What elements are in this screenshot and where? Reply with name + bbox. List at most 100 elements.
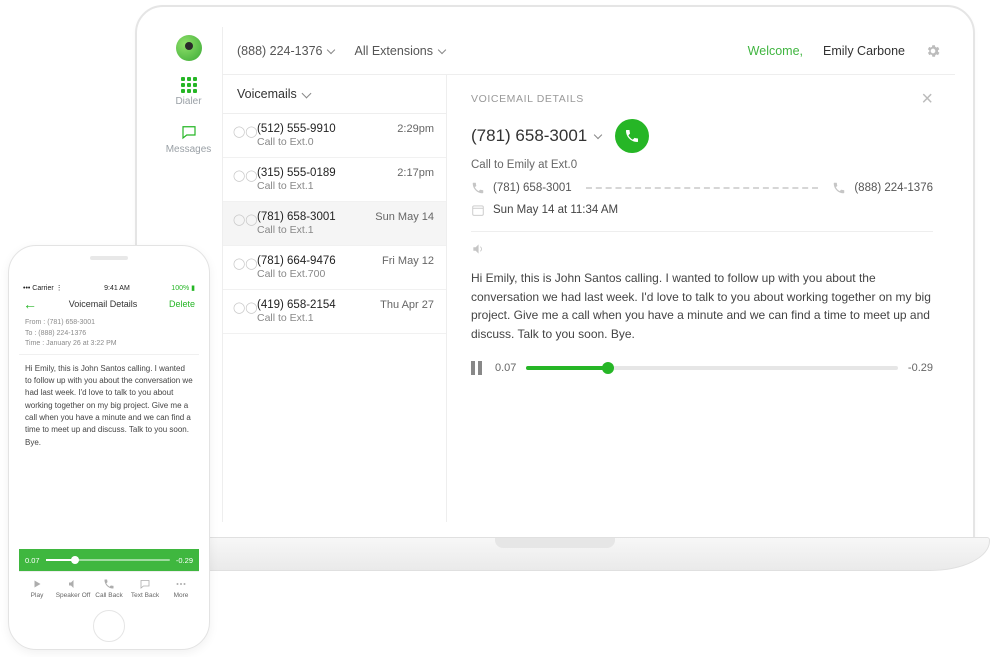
calendar-icon [471,203,485,217]
vm-subtitle: Call to Ext.1 [257,180,393,192]
chevron-down-icon [301,88,311,98]
phone-player-thumb[interactable] [71,556,79,564]
voicemail-list-title: Voicemails [237,87,297,101]
vm-number: (315) 555-0189 [257,167,393,179]
dialer-icon [181,77,197,93]
phone-transcript: Hi Emily, this is John Santos calling. I… [19,355,199,550]
laptop-screen: Dialer Messages (888) 224-1376 All Exten… [155,27,955,522]
player-remaining: -0.29 [908,362,933,374]
phone-device: ••• Carrier ⋮ 9:41 AM 100% ▮ ← Voicemail… [8,245,210,650]
phone-callback-button[interactable]: Call Back [91,572,127,605]
user-name: Emily Carbone [823,44,905,58]
voicemail-list-header[interactable]: Voicemails [223,75,446,114]
voicemail-icon: ◯◯ [233,301,253,314]
phone-player-remaining: -0.29 [176,556,193,565]
status-battery: 100% ▮ [171,284,195,292]
transcript-text: Hi Emily, this is John Santos calling. I… [471,269,933,343]
vm-time: Thu Apr 27 [380,299,434,311]
phone-player-elapsed: 0.07 [25,556,40,565]
player-track[interactable] [526,366,898,370]
phone-textback-button[interactable]: Text Back [127,572,163,605]
detail-heading: VOICEMAIL DETAILS [471,93,584,105]
vm-number: (512) 555-9910 [257,123,393,135]
vm-subtitle: Call to Ext.700 [257,268,378,280]
phone-incoming-icon [832,181,846,195]
phone-player-track[interactable] [46,559,170,561]
topbar: (888) 224-1376 All Extensions Welcome, E… [223,27,955,75]
status-carrier: ••• Carrier ⋮ [23,284,63,292]
more-icon [175,578,187,590]
phone-selector-value: (888) 224-1376 [237,44,322,58]
phone-button-bar: Play Speaker Off Call Back Text Back Mor… [19,571,199,605]
meta-to: (888) 224-1376 [38,330,86,337]
voicemail-detail: VOICEMAIL DETAILS × (781) 658-3001 Call … [447,75,955,522]
pause-button[interactable] [471,361,485,375]
call-button[interactable] [615,119,649,153]
laptop-base [120,537,990,571]
detail-subtitle: Call to Emily at Ext.0 [471,159,933,171]
phone-status-bar: ••• Carrier ⋮ 9:41 AM 100% ▮ [19,282,199,294]
speaker-off-icon [67,578,79,590]
laptop-device: Dialer Messages (888) 224-1376 All Exten… [120,5,990,585]
player-elapsed: 0.07 [495,362,516,374]
player-thumb[interactable] [602,362,614,374]
vm-time: Sun May 14 [375,211,434,223]
app-logo-icon [176,35,202,61]
rail-label-messages: Messages [166,144,212,155]
meta-from: (781) 658-3001 [47,319,95,326]
content: Voicemails ◯◯ (512) 555-9910Call to Ext.… [223,75,955,522]
speaker-icon [471,242,485,256]
phone-selector[interactable]: (888) 224-1376 [237,44,334,58]
messages-icon [178,123,200,141]
voicemail-row[interactable]: ◯◯ (781) 658-3001Call to Ext.1 Sun May 1… [223,202,446,246]
divider [471,231,933,232]
phone-play-button[interactable]: Play [19,572,55,605]
voicemail-icon: ◯◯ [233,169,253,182]
delete-button[interactable]: Delete [169,299,195,309]
detail-number: (781) 658-3001 [471,126,587,146]
phone-icon [624,128,640,144]
settings-button[interactable] [925,43,941,59]
phone-meta: From : (781) 658-3001 To : (888) 224-137… [19,314,199,355]
close-button[interactable]: × [921,89,933,109]
voicemail-icon: ◯◯ [233,125,253,138]
phone-nav-title: Voicemail Details [69,299,138,309]
textback-icon [139,578,151,590]
vm-subtitle: Call to Ext.1 [257,224,371,236]
detail-number-dropdown[interactable]: (781) 658-3001 [471,126,601,146]
voicemail-row[interactable]: ◯◯ (315) 555-0189Call to Ext.1 2:17pm [223,158,446,202]
rail-item-dialer[interactable]: Dialer [159,77,219,107]
meta-from-label: From : [25,319,45,326]
vm-time: Fri May 12 [382,255,434,267]
detail-from: (781) 658-3001 [493,182,572,194]
meta-time-label: Time : [25,340,44,347]
callback-icon [103,578,115,590]
vm-time: 2:17pm [397,167,434,179]
meta-to-label: To : [25,330,36,337]
status-time: 9:41 AM [104,285,130,292]
vm-subtitle: Call to Ext.1 [257,312,376,324]
chevron-down-icon [327,45,335,53]
vm-number: (419) 658-2154 [257,299,376,311]
detail-to: (888) 224-1376 [854,182,933,194]
main-area: (888) 224-1376 All Extensions Welcome, E… [223,27,955,522]
rail-label-dialer: Dialer [175,96,201,107]
extension-selector[interactable]: All Extensions [354,44,445,58]
phone-more-button[interactable]: More [163,572,199,605]
phone-speaker-button[interactable]: Speaker Off [55,572,91,605]
voicemail-row[interactable]: ◯◯ (512) 555-9910Call to Ext.0 2:29pm [223,114,446,158]
meta-time: January 26 at 3:22 PM [46,340,116,347]
chevron-down-icon [438,45,446,53]
rail-item-messages[interactable]: Messages [159,123,219,155]
voicemail-row[interactable]: ◯◯ (781) 664-9476Call to Ext.700 Fri May… [223,246,446,290]
voicemail-icon: ◯◯ [233,213,253,226]
phone-outgoing-icon [471,181,485,195]
vm-number: (781) 664-9476 [257,255,378,267]
voicemail-row[interactable]: ◯◯ (419) 658-2154Call to Ext.1 Thu Apr 2… [223,290,446,334]
voicemail-icon: ◯◯ [233,257,253,270]
vm-number: (781) 658-3001 [257,211,371,223]
play-icon [31,578,43,590]
back-button[interactable]: ← [23,297,37,311]
phone-screen: ••• Carrier ⋮ 9:41 AM 100% ▮ ← Voicemail… [19,282,199,605]
welcome-label: Welcome, [748,44,803,58]
